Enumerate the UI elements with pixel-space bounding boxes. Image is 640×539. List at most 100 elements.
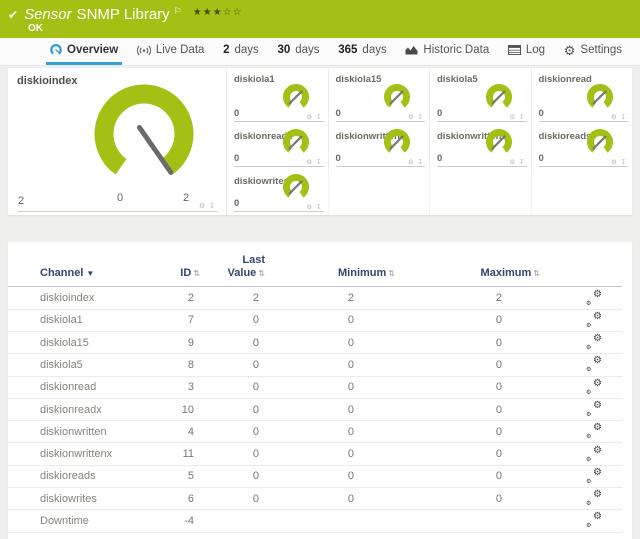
table-row[interactable]: diskionread 3 0 0 0 ⚙ ⚙ — [8, 377, 622, 399]
empty-gauge-cell — [328, 170, 430, 215]
channel-table-panel: Channel▼ ID⇅ Last Value⇅ Minimum⇅ Maximu… — [8, 242, 632, 539]
mini-gauge-chart — [377, 129, 417, 159]
gauge-current-value: 2 — [18, 195, 24, 207]
gauge-current-value: 0 — [336, 153, 341, 164]
edit-channel-button[interactable]: ⚙ ⚙ — [586, 470, 602, 483]
table-row[interactable]: diskioreads 5 0 0 0 ⚙ ⚙ — [8, 466, 622, 488]
mini-gauge-chart — [276, 174, 316, 204]
gear-icon: ⚙ — [586, 389, 591, 396]
gauge-panel-diskioindex[interactable]: diskioindex 0 2 2 ⚙ ↧ — [8, 68, 226, 215]
gauge-current-value: 0 — [234, 153, 239, 164]
gauge-baseline — [18, 211, 218, 212]
tab-live-data[interactable]: Live Data — [133, 38, 209, 65]
table-row[interactable]: diskionreadx 10 0 0 0 ⚙ ⚙ — [8, 399, 622, 421]
gauge-settings-icons[interactable]: ⚙ ↧ — [199, 202, 216, 210]
mini-gauge-panel[interactable]: diskionwrittenx 0 ⚙ ↧ — [429, 125, 531, 170]
table-row[interactable]: diskiowrites 6 0 0 0 ⚙ ⚙ — [8, 488, 622, 510]
gauge-needle — [594, 92, 606, 104]
channel-name: Downtime — [40, 515, 170, 527]
mini-gauge-panel[interactable]: diskiola1 0 ⚙ ↧ — [226, 68, 328, 125]
tab-settings[interactable]: ⚙ Settings — [560, 38, 626, 65]
channel-id: 5 — [170, 470, 200, 482]
flag-icon: ⚐ — [174, 6, 182, 17]
mini-gauge-panel[interactable]: diskionread 0 ⚙ ↧ — [531, 68, 633, 125]
tab-label: Overview — [67, 44, 118, 56]
mini-gauge-panel[interactable]: diskiola15 0 ⚙ ↧ — [328, 68, 430, 125]
header-label: Last — [200, 254, 265, 267]
edit-channel-button[interactable]: ⚙ ⚙ — [586, 448, 602, 461]
table-row[interactable]: Downtime -4 ⚙ ⚙ — [8, 510, 622, 532]
mini-gauge-panel[interactable]: diskiowrites 0 ⚙ ↧ — [226, 170, 328, 215]
mini-gauge-panel[interactable]: diskionreadx 0 ⚙ ↧ — [226, 125, 328, 170]
main-gauge-chart — [82, 80, 206, 194]
gauge-settings-icons[interactable]: ⚙ ↧ — [509, 158, 525, 166]
chart-icon — [405, 45, 418, 55]
gauge-settings-icons[interactable]: ⚙ ↧ — [509, 113, 525, 121]
mini-gauge-panel[interactable]: diskiola5 0 ⚙ ↧ — [429, 68, 531, 125]
mini-gauge-chart — [580, 129, 620, 159]
edit-channel-button[interactable]: ⚙ ⚙ — [586, 425, 602, 438]
mini-gauge-chart — [276, 84, 316, 114]
gauge-current-value: 0 — [437, 108, 442, 119]
channel-table-body: diskioindex 2 2 2 2 ⚙ ⚙ diskiola1 7 0 0 … — [8, 287, 632, 532]
tab-30-days[interactable]: 30 days — [273, 38, 323, 65]
edit-channel-button[interactable]: ⚙ ⚙ — [586, 492, 602, 505]
column-header-maximum[interactable]: Maximum⇅ — [395, 267, 540, 280]
edit-channel-button[interactable]: ⚙ ⚙ — [586, 358, 602, 371]
channel-maximum: 0 — [360, 493, 508, 505]
channel-maximum: 0 — [360, 381, 508, 393]
tab-365-days[interactable]: 365 days — [334, 38, 390, 65]
gear-icon: ⚙ — [586, 322, 591, 329]
gauge-settings-icons[interactable]: ⚙ ↧ — [611, 113, 627, 121]
gauge-settings-icons[interactable]: ⚙ ↧ — [611, 158, 627, 166]
tab-unit: days — [362, 44, 386, 56]
gauge-icon — [50, 44, 62, 56]
channel-minimum: 0 — [265, 470, 360, 482]
table-row[interactable]: diskionwrittenx 11 0 0 0 ⚙ ⚙ — [8, 443, 622, 465]
column-header-id[interactable]: ID⇅ — [170, 267, 200, 280]
tab-label: Settings — [580, 44, 622, 56]
column-header-last-value[interactable]: Last Value⇅ — [200, 254, 265, 280]
edit-channel-button[interactable]: ⚙ ⚙ — [586, 403, 602, 416]
gear-icon: ⚙ — [586, 433, 591, 440]
channel-id: 9 — [170, 337, 200, 349]
tab-log[interactable]: Log — [504, 38, 549, 65]
table-row[interactable]: diskiola5 8 0 0 0 ⚙ ⚙ — [8, 354, 622, 376]
table-row[interactable]: diskioindex 2 2 2 2 ⚙ ⚙ — [8, 287, 622, 309]
tab-2-days[interactable]: 2 days — [219, 38, 263, 65]
channel-maximum: 0 — [360, 404, 508, 416]
column-header-minimum[interactable]: Minimum⇅ — [265, 267, 395, 280]
edit-channel-button[interactable]: ⚙ ⚙ — [586, 381, 602, 394]
channel-minimum: 0 — [265, 404, 360, 416]
channel-id: -4 — [170, 515, 200, 527]
gauge-settings-icons[interactable]: ⚙ ↧ — [306, 158, 322, 166]
edit-channel-button[interactable]: ⚙ ⚙ — [586, 514, 602, 527]
edit-channel-button[interactable]: ⚙ ⚙ — [586, 292, 602, 305]
gauge-settings-icons[interactable]: ⚙ ↧ — [408, 158, 424, 166]
table-row[interactable]: diskionwritten 4 0 0 0 ⚙ ⚙ — [8, 421, 622, 443]
gauge-needle — [594, 137, 606, 149]
tab-number: 2 — [223, 44, 229, 56]
table-row[interactable]: diskiola1 7 0 0 0 ⚙ ⚙ — [8, 310, 622, 332]
gauge-settings-icons[interactable]: ⚙ ↧ — [306, 113, 322, 121]
tab-overview[interactable]: Overview — [46, 38, 122, 65]
column-header-channel[interactable]: Channel▼ — [40, 267, 170, 280]
channel-id: 8 — [170, 359, 200, 371]
gauge-baseline — [336, 121, 426, 122]
gauge-settings-icons[interactable]: ⚙ ↧ — [306, 203, 322, 211]
priority-stars[interactable]: ★★★☆☆ — [193, 7, 243, 18]
gauge-baseline — [437, 166, 527, 167]
page-title: SNMP Library — [77, 6, 170, 23]
object-kind-label: Sensor — [24, 6, 72, 23]
mini-gauge-panel[interactable]: diskionwritten 0 ⚙ ↧ — [328, 125, 430, 170]
channel-last-value: 0 — [200, 337, 265, 349]
tab-historic-data[interactable]: Historic Data — [401, 38, 493, 65]
table-row[interactable]: diskiola15 9 0 0 0 ⚙ ⚙ — [8, 332, 622, 354]
gauge-settings-icons[interactable]: ⚙ ↧ — [408, 113, 424, 121]
edit-channel-button[interactable]: ⚙ ⚙ — [586, 314, 602, 327]
channel-id: 3 — [170, 381, 200, 393]
gear-icon: ⚙ — [593, 422, 602, 433]
mini-gauge-panel[interactable]: diskioreads 0 ⚙ ↧ — [531, 125, 633, 170]
sort-icon: ⇅ — [258, 269, 265, 278]
edit-channel-button[interactable]: ⚙ ⚙ — [586, 336, 602, 349]
